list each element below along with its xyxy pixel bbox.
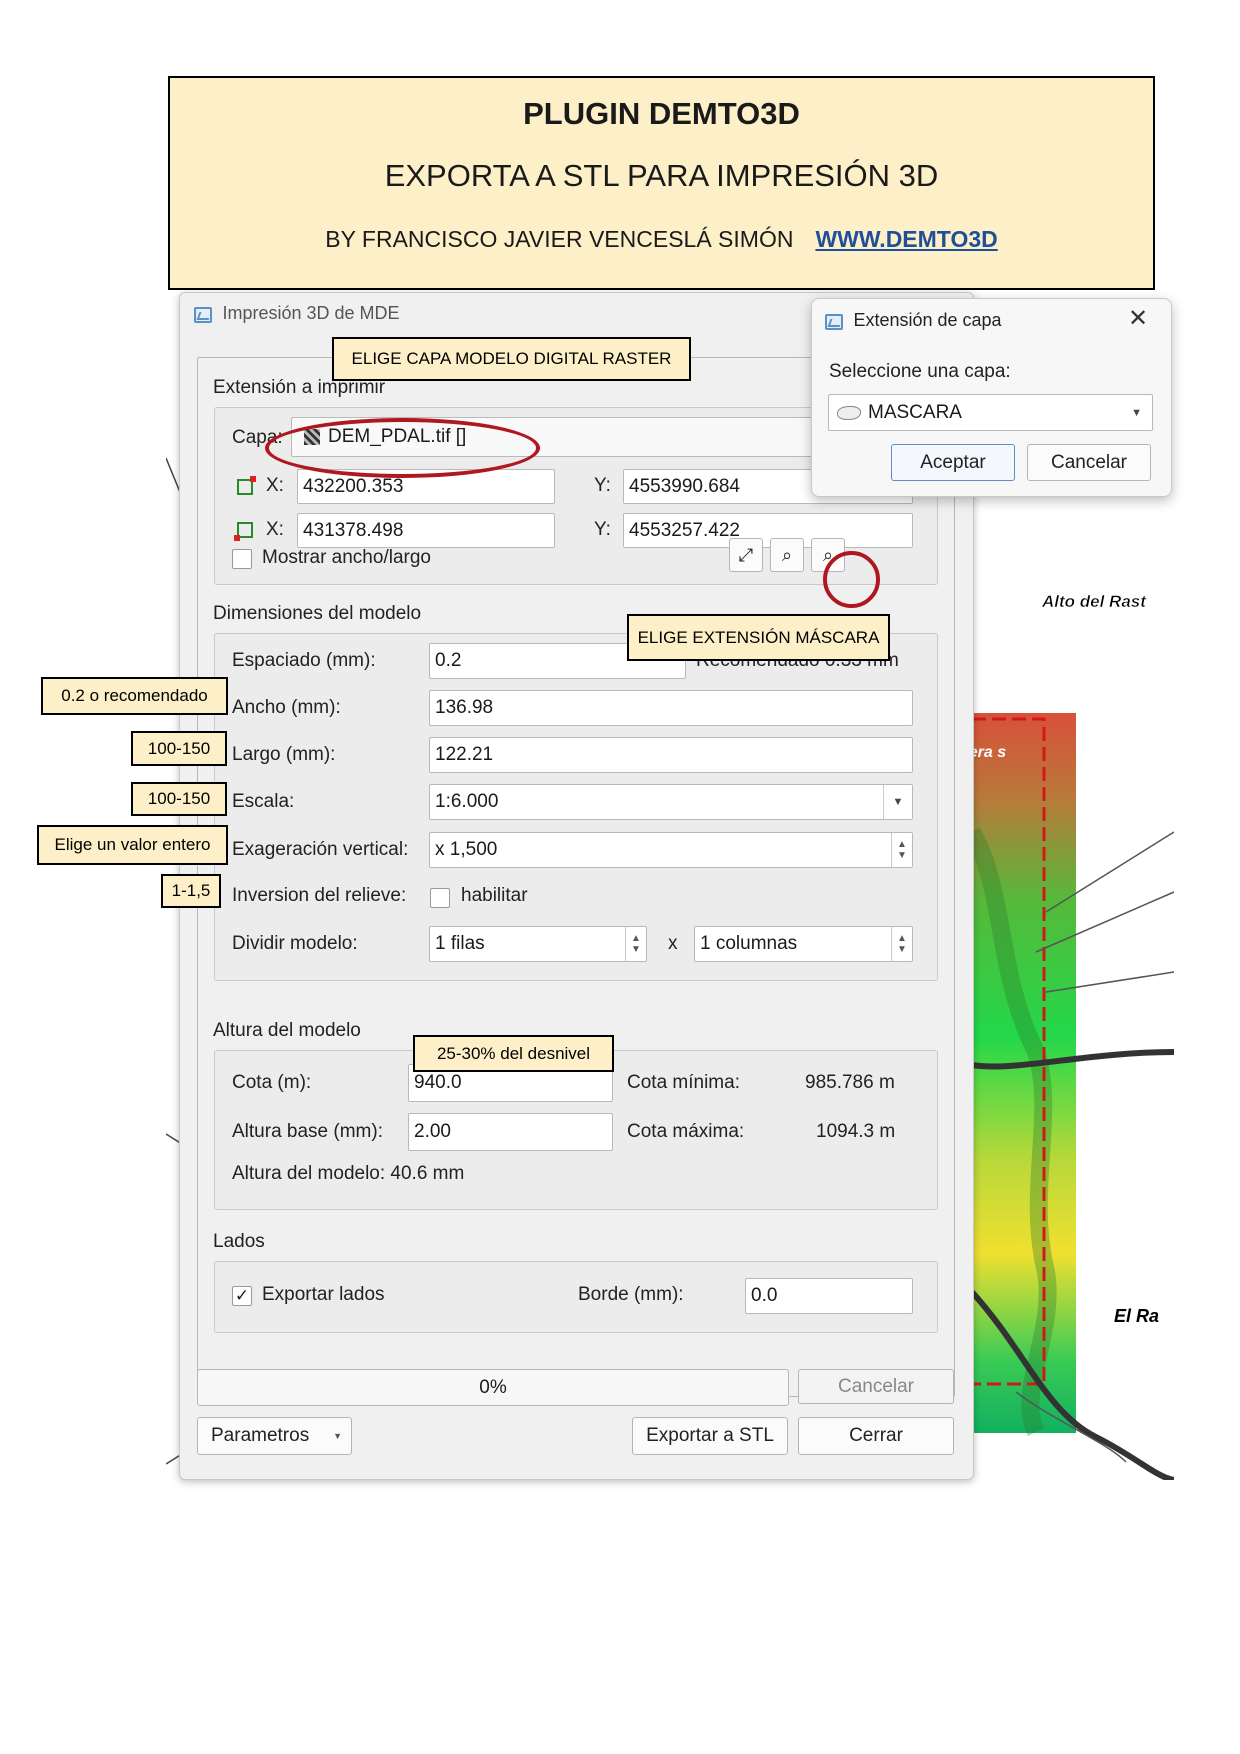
- x2-input[interactable]: 431378.498: [297, 513, 555, 548]
- base-input[interactable]: 2.00: [408, 1113, 613, 1151]
- export-sides-checkbox[interactable]: ✓: [232, 1286, 252, 1306]
- invert-checkbox[interactable]: [430, 888, 450, 908]
- mask-layer-select[interactable]: MASCARA ▼: [828, 394, 1153, 431]
- note-scale: Elige un valor entero: [37, 825, 228, 865]
- note-length: 100-150: [131, 782, 227, 816]
- note-width: 100-150: [131, 731, 227, 766]
- exag-spin-arrows-icon[interactable]: ▲ ▼: [891, 833, 912, 867]
- website-link[interactable]: WWW.DEMTO3D: [815, 226, 997, 252]
- x1-label: X:: [266, 475, 284, 496]
- length-input[interactable]: 122.21: [429, 737, 913, 773]
- invert-check-label: habilitar: [461, 885, 528, 906]
- map-label-alto: Alto del Rast: [1042, 592, 1146, 612]
- lower-right-corner-icon: [234, 522, 253, 541]
- cota-label: Cota (m):: [232, 1072, 312, 1093]
- border-input[interactable]: 0.0: [745, 1278, 913, 1314]
- close-icon[interactable]: ✕: [1128, 304, 1148, 333]
- progress-bar: 0%: [197, 1369, 789, 1406]
- x2-label: X:: [266, 519, 284, 540]
- zoom-layer-icon: ⌕: [781, 544, 793, 565]
- show-size-label: Mostrar ancho/largo: [262, 547, 431, 568]
- mask-dropdown-chevron-icon[interactable]: ▼: [1131, 407, 1142, 419]
- scale-combobox[interactable]: 1:6.000 ▼: [429, 784, 913, 820]
- base-label: Altura base (mm):: [232, 1121, 383, 1142]
- cols-spin-arrows-icon[interactable]: ▲ ▼: [891, 927, 912, 961]
- cota-min-label: Cota mínima:: [627, 1072, 740, 1093]
- show-size-checkbox[interactable]: [232, 549, 252, 569]
- qgis-window-icon: [194, 306, 212, 323]
- cota-min-value: 985.786 m: [805, 1072, 895, 1093]
- progress-text: 0%: [479, 1376, 507, 1398]
- extension-capa-dialog: Extensión de capa ✕ Seleccione una capa:…: [811, 298, 1172, 497]
- header-author-line: BY FRANCISCO JAVIER VENCESLÁ SIMÓN WWW.DE…: [170, 226, 1153, 253]
- mask-title: Extensión de capa: [853, 310, 1002, 330]
- cols-value: 1 columnas: [700, 933, 798, 954]
- dims-group-title: Dimensiones del modelo: [213, 603, 422, 624]
- border-label: Borde (mm):: [578, 1284, 684, 1305]
- layer-extent-button[interactable]: ⌕: [770, 538, 804, 572]
- params-label: Parametros: [211, 1425, 310, 1446]
- mask-titlebar: Extensión de capa: [825, 310, 1002, 331]
- y1-label: Y:: [594, 475, 611, 496]
- scale-label: Escala:: [232, 791, 295, 812]
- model-height-text: Altura del modelo: 40.6 mm: [232, 1163, 465, 1184]
- length-label: Largo (mm):: [232, 744, 336, 765]
- note-cota: 25-30% del desnivel: [413, 1035, 614, 1072]
- height-group-title: Altura del modelo: [213, 1020, 361, 1041]
- mask-prompt: Seleccione una capa:: [829, 361, 1011, 382]
- cols-spinbox[interactable]: 1 columnas ▲ ▼: [694, 926, 913, 962]
- exag-label: Exageración vertical:: [232, 839, 409, 860]
- header-box: PLUGIN DEMTO3D EXPORTA A STL PARA IMPRES…: [168, 76, 1155, 290]
- map-label-el-ra: El Ra: [1114, 1306, 1160, 1326]
- mask-layer-value: MASCARA: [868, 401, 962, 423]
- capa-highlight-ring: [265, 418, 540, 478]
- accept-button[interactable]: Aceptar: [891, 444, 1015, 481]
- close-button[interactable]: Cerrar: [798, 1417, 954, 1455]
- y2-label: Y:: [594, 519, 611, 540]
- exag-value: x 1,500: [435, 839, 498, 860]
- scale-dropdown-chevron-icon[interactable]: ▼: [883, 785, 912, 819]
- note-exag: 1-1,5: [161, 874, 221, 908]
- times-sign: x: [668, 933, 678, 954]
- note-raster: ELIGE CAPA MODELO DIGITAL RASTER: [332, 337, 691, 381]
- vector-layer-icon: [837, 405, 861, 420]
- full-extent-button[interactable]: ⤢: [729, 538, 763, 572]
- upper-left-corner-icon: [237, 476, 256, 495]
- note-spacing: 0.2 o recomendado: [41, 677, 228, 715]
- y2-input[interactable]: 4553257.422: [623, 513, 913, 548]
- header-subtitle: EXPORTA A STL PARA IMPRESIÓN 3D: [384, 158, 939, 193]
- export-stl-button[interactable]: Exportar a STL: [632, 1417, 788, 1455]
- dialog-title: Impresión 3D de MDE: [222, 303, 400, 323]
- exag-spinbox[interactable]: x 1,500 ▲ ▼: [429, 832, 913, 868]
- rows-spinbox[interactable]: 1 filas ▲ ▼: [429, 926, 647, 962]
- rows-value: 1 filas: [435, 933, 485, 954]
- width-label: Ancho (mm):: [232, 697, 341, 718]
- scale-value: 1:6.000: [435, 791, 499, 812]
- note-mask: ELIGE EXTENSIÓN MÁSCARA: [627, 614, 890, 661]
- sides-group-title: Lados: [213, 1231, 265, 1252]
- header-title: PLUGIN DEMTO3D: [523, 96, 800, 131]
- full-extent-icon: ⤢: [738, 544, 754, 565]
- cota-max-value: 1094.3 m: [816, 1121, 896, 1142]
- cancel-progress-button[interactable]: Cancelar: [798, 1369, 954, 1404]
- invert-label: Inversion del relieve:: [232, 885, 407, 906]
- width-input[interactable]: 136.98: [429, 690, 913, 726]
- params-button[interactable]: Parametros ▼: [197, 1417, 352, 1455]
- cota-max-label: Cota máxima:: [627, 1121, 745, 1142]
- header-author: BY FRANCISCO JAVIER VENCESLÁ SIMÓN: [325, 226, 794, 252]
- divide-label: Dividir modelo:: [232, 933, 358, 954]
- mask-cancel-button[interactable]: Cancelar: [1027, 444, 1151, 481]
- params-dropdown-icon: ▼: [333, 1431, 342, 1441]
- qgis-window-icon: [825, 313, 843, 330]
- mask-button-highlight-ring: [823, 551, 880, 608]
- spacing-label: Espaciado (mm):: [232, 650, 376, 671]
- export-sides-label: Exportar lados: [262, 1284, 385, 1305]
- rows-spin-arrows-icon[interactable]: ▲ ▼: [625, 927, 646, 961]
- dialog-titlebar: Impresión 3D de MDE: [194, 303, 400, 324]
